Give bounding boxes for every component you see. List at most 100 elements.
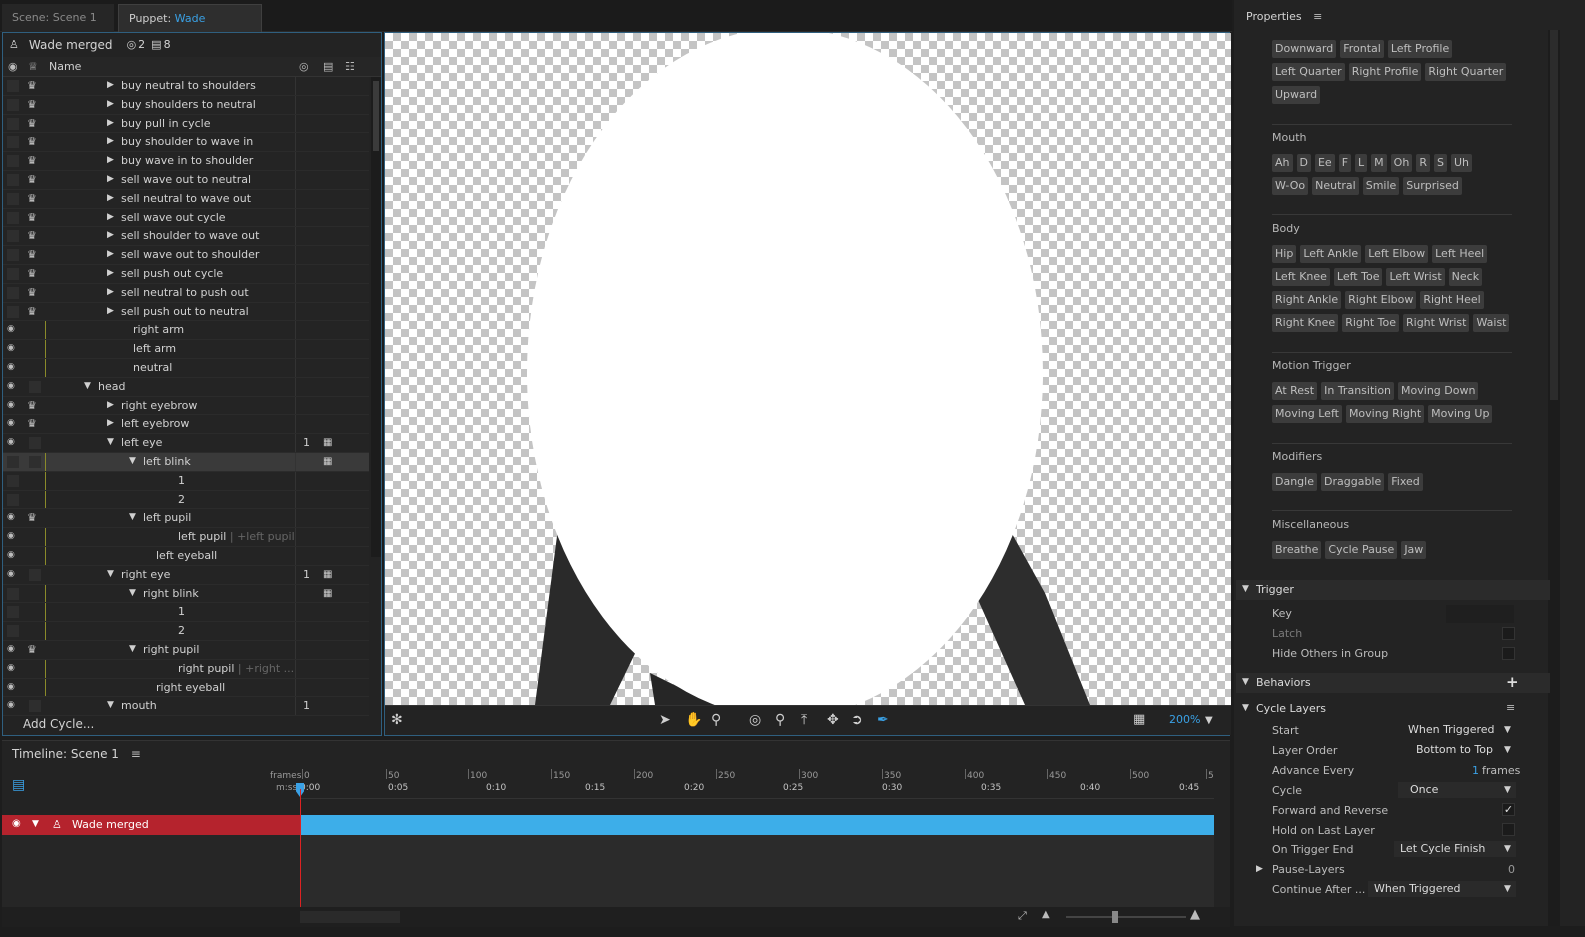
select-tool-icon[interactable]: ➤ xyxy=(659,712,671,728)
crown-icon[interactable]: ♛ xyxy=(27,511,41,525)
pin-tool-icon[interactable]: ⤒ xyxy=(801,712,807,728)
visibility-toggle[interactable] xyxy=(7,267,19,280)
tag-body[interactable]: Hip xyxy=(1272,245,1297,263)
timeline-menu-icon[interactable]: ≡ xyxy=(131,747,141,761)
zoom-out-timeline-icon[interactable]: ▲ xyxy=(1042,909,1050,920)
layer-row[interactable]: ♛ ▶ buy wave in to shoulder xyxy=(3,152,369,171)
tag-body[interactable]: Left Elbow xyxy=(1365,245,1429,263)
track-expand-chevron-icon[interactable]: ▼ xyxy=(32,819,39,829)
layer-row[interactable]: ◉ ♛ ▶ right eyebrow xyxy=(3,396,369,416)
visibility-toggle[interactable] xyxy=(7,606,19,619)
start-dropdown[interactable]: When Triggered ▼ xyxy=(1404,722,1516,738)
timeline-zoom-slider-thumb[interactable] xyxy=(1112,911,1118,923)
crown-icon[interactable]: ♛ xyxy=(27,79,41,93)
forward-reverse-checkbox[interactable]: ✓ xyxy=(1502,803,1515,816)
timeline-horizontal-scrollbar[interactable] xyxy=(300,911,400,923)
key-field[interactable] xyxy=(1446,605,1514,623)
layer-row[interactable]: ♛ ▶ sell wave out to shoulder xyxy=(3,246,369,265)
behaviors-section-header[interactable]: ▼ Behaviors + xyxy=(1236,673,1550,693)
cycle-dropdown[interactable]: Once ▼ xyxy=(1398,782,1516,798)
properties-menu-icon[interactable]: ≡ xyxy=(1313,10,1322,23)
crown-icon[interactable]: ♛ xyxy=(27,229,41,243)
crown-icon[interactable]: ♛ xyxy=(27,192,41,206)
chevron-right-icon[interactable]: ▶ xyxy=(107,80,114,90)
layer-row[interactable]: ◉ left pupil | +left pupil xyxy=(3,528,369,547)
chevron-right-icon[interactable]: ▶ xyxy=(107,99,114,109)
timeline-track-bar[interactable] xyxy=(300,815,1214,835)
tag-body[interactable]: Waist xyxy=(1473,314,1510,332)
chevron-right-icon[interactable]: ▶ xyxy=(107,193,114,203)
tag-motion[interactable]: Moving Left xyxy=(1272,405,1342,423)
eye-icon[interactable]: ◉ xyxy=(7,531,19,543)
timeline-settings-icon[interactable]: ▤ xyxy=(12,777,25,793)
cycle-layers-header[interactable]: ▼ Cycle Layers ≡ xyxy=(1236,700,1536,718)
tag-modifiers[interactable]: Fixed xyxy=(1388,473,1423,491)
track-eye-icon[interactable]: ◉ xyxy=(12,818,21,829)
visibility-toggle[interactable] xyxy=(7,173,19,186)
hide-others-checkbox[interactable] xyxy=(1502,647,1515,660)
eye-icon[interactable]: ◉ xyxy=(7,700,19,712)
tag-misc[interactable]: Breathe xyxy=(1272,541,1322,559)
tag-mouth[interactable]: Uh xyxy=(1450,154,1472,172)
layer-row[interactable]: 1 xyxy=(3,471,369,491)
bend-tool-icon[interactable]: ✒ xyxy=(877,712,889,728)
zoom-level[interactable]: 200% xyxy=(1169,713,1200,726)
tag-body[interactable]: Right Wrist xyxy=(1403,314,1470,332)
trigger-icon[interactable]: ▦ xyxy=(323,437,332,448)
crown-icon[interactable]: ♛ xyxy=(27,135,41,149)
layer-row[interactable]: ◉ right pupil | +right ... xyxy=(3,659,369,679)
tab-scene[interactable]: Scene: Scene 1 xyxy=(2,4,114,32)
tag-mouth[interactable]: Neutral xyxy=(1312,177,1359,195)
tag-mouth[interactable]: Surprised xyxy=(1403,177,1462,195)
chevron-down-icon[interactable]: ▼ xyxy=(129,456,136,466)
chevron-right-icon[interactable]: ▶ xyxy=(107,249,114,259)
tag-body[interactable]: Right Ankle xyxy=(1272,291,1342,309)
layer-row[interactable]: ♛ ▶ sell neutral to push out xyxy=(3,283,369,303)
tag-body[interactable]: Left Ankle xyxy=(1300,245,1362,263)
layer-row[interactable]: ◉ neutral xyxy=(3,358,369,378)
fit-timeline-icon[interactable]: ⤢ xyxy=(1018,909,1027,923)
chevron-down-icon[interactable]: ▼ xyxy=(129,512,136,522)
independent-toggle[interactable] xyxy=(29,437,41,450)
stick-tool-icon[interactable]: ➲ xyxy=(851,712,863,728)
crown-icon[interactable]: ♛ xyxy=(27,154,41,168)
visibility-toggle[interactable] xyxy=(7,249,19,262)
advance-every-value[interactable]: 1 xyxy=(1472,764,1479,777)
visibility-toggle[interactable] xyxy=(7,587,19,600)
visibility-toggle[interactable] xyxy=(7,155,19,168)
visibility-toggle[interactable] xyxy=(7,474,19,487)
chevron-right-icon[interactable]: ▶ xyxy=(107,400,114,410)
crown-icon[interactable]: ♛ xyxy=(27,643,41,657)
chevron-down-icon[interactable]: ▼ xyxy=(129,588,136,598)
tag-views[interactable]: Upward xyxy=(1272,86,1321,104)
trigger-icon[interactable]: ▦ xyxy=(323,569,332,580)
crown-icon[interactable]: ♛ xyxy=(27,399,41,413)
tag-body[interactable]: Neck xyxy=(1448,268,1483,286)
tag-motion[interactable]: At Rest xyxy=(1272,382,1318,400)
layer-row[interactable]: ◉ ♛ ▼ right pupil xyxy=(3,640,369,660)
hand-tool-icon[interactable]: ✋ xyxy=(685,712,702,728)
tag-body[interactable]: Left Knee xyxy=(1272,268,1330,286)
camera-target-icon[interactable]: ✻ xyxy=(391,712,403,728)
playhead[interactable] xyxy=(300,789,301,907)
visibility-toggle[interactable] xyxy=(7,117,19,130)
chevron-right-icon[interactable]: ▶ xyxy=(107,174,114,184)
layer-row[interactable]: ▼ left blink ▦ xyxy=(3,452,369,472)
independent-toggle[interactable] xyxy=(29,568,41,581)
zoom-in-timeline-icon[interactable]: ▲ xyxy=(1190,907,1200,922)
layer-row[interactable]: ◉ ▼ left eye 1 ▦ xyxy=(3,434,369,453)
chevron-right-icon[interactable]: ▶ xyxy=(107,155,114,165)
tag-motion[interactable]: Moving Up xyxy=(1428,405,1493,423)
layer-row[interactable]: ♛ ▶ buy pull in cycle xyxy=(3,114,369,134)
layer-row[interactable]: ◉ right arm xyxy=(3,321,369,341)
layer-row[interactable]: ◉ ♛ ▶ left eyebrow xyxy=(3,415,369,435)
transparency-toggle-icon[interactable]: ▦ xyxy=(1133,712,1145,727)
crown-icon[interactable]: ♛ xyxy=(27,211,41,225)
move-tool-icon[interactable]: ✥ xyxy=(827,712,839,728)
timeline-ruler[interactable]: frames m:ss 0 50 100 150 200 250 300 350 400 450 5… xyxy=(270,769,1214,799)
visibility-toggle[interactable] xyxy=(7,136,19,149)
layer-row[interactable]: ♛ ▶ sell neutral to wave out xyxy=(3,189,369,209)
tag-motion[interactable]: Moving Down xyxy=(1398,382,1479,400)
eye-icon[interactable]: ◉ xyxy=(7,381,19,393)
eye-icon[interactable]: ◉ xyxy=(7,400,19,412)
